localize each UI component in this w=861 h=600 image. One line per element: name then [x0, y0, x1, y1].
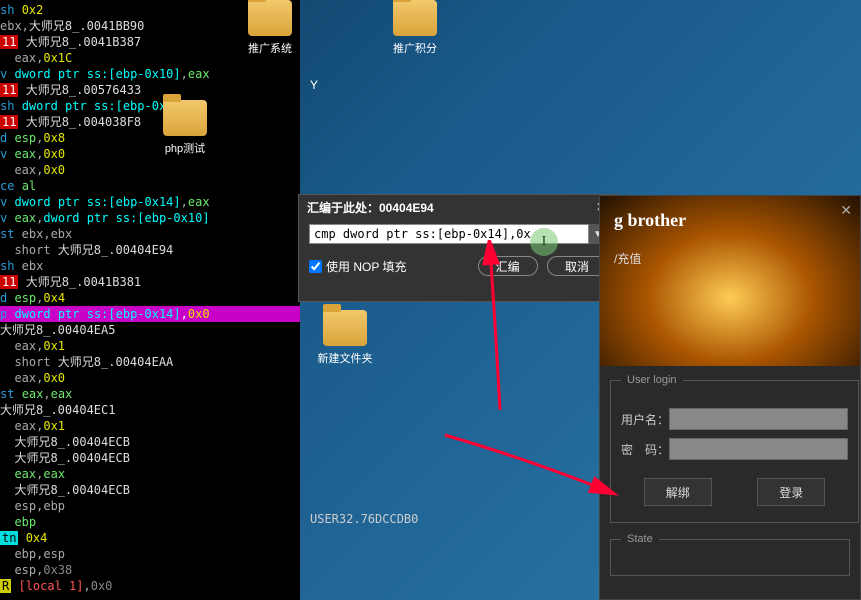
disasm-line[interactable]: 11 大师兄8_.0041B381 [0, 274, 300, 290]
disasm-line[interactable]: 大师兄8_.00404ECB [0, 434, 300, 450]
icon-label: 推广系统 [240, 40, 300, 56]
login-button[interactable]: 登录 [757, 478, 825, 506]
disasm-line[interactable]: tn 0x4 [0, 530, 300, 546]
disasm-line[interactable]: R [local 1],0x0 [0, 578, 300, 594]
login-subtitle: /充值 [614, 250, 641, 267]
disasm-line[interactable]: eax,0x1 [0, 418, 300, 434]
nop-fill-checkbox[interactable]: 使用 NOP 填充 [309, 258, 406, 275]
desktop-folder-promo-system[interactable]: 推广系统 [240, 0, 300, 56]
cancel-button[interactable]: 取消 [547, 256, 607, 276]
folder-icon [393, 0, 437, 36]
disasm-line[interactable]: 大师兄8_.00404ECB [0, 450, 300, 466]
disasm-line[interactable]: ce al [0, 178, 300, 194]
state-legend: State [621, 533, 659, 545]
disasm-line[interactable]: st eax,eax [0, 386, 300, 402]
login-legend: User login [621, 374, 683, 386]
disasm-line[interactable]: 大师兄8_.00404EA5 [0, 322, 300, 338]
disasm-line[interactable]: v dword ptr ss:[ebp-0x10],eax [0, 66, 300, 82]
disasm-line[interactable]: sh dword ptr ss:[ebp-0x10] [0, 98, 300, 114]
compile-button[interactable]: 汇编 [478, 256, 538, 276]
disasm-line[interactable]: eax,0x0 [0, 162, 300, 178]
icon-label: 新建文件夹 [315, 350, 375, 366]
disasm-line[interactable]: ebp,esp [0, 546, 300, 562]
disasm-line[interactable]: eax,0x1 [0, 338, 300, 354]
module-address-text: USER32.76DCCDB0 [310, 512, 418, 526]
disasm-line[interactable]: eax,0x0 [0, 370, 300, 386]
user-login-fieldset: User login 用户名： 密 码： 解绑 登录 [610, 374, 859, 523]
disasm-line[interactable]: esp,0x38 [0, 562, 300, 578]
nop-checkbox-input[interactable] [309, 260, 322, 273]
disasm-line[interactable]: p dword ptr ss:[ebp-0x14],0x0 [0, 306, 300, 322]
disasm-line[interactable]: d esp,0x4 [0, 290, 300, 306]
disasm-line[interactable]: short 大师兄8_.00404E94 [0, 242, 300, 258]
disasm-line[interactable]: v dword ptr ss:[ebp-0x14],eax [0, 194, 300, 210]
login-title: g brother [614, 210, 686, 231]
disasm-line[interactable]: st ebx,ebx [0, 226, 300, 242]
desktop-folder-new[interactable]: 新建文件夹 [315, 310, 375, 366]
folder-icon [248, 0, 292, 36]
password-label: 密 码： [621, 441, 669, 458]
disasm-line[interactable]: esp,ebp [0, 498, 300, 514]
disasm-line[interactable]: v eax,0x0 [0, 146, 300, 162]
icon-label: 推广积分 [385, 40, 445, 56]
folder-icon [323, 310, 367, 346]
disasm-line[interactable]: 大师兄8_.00404EC1 [0, 402, 300, 418]
login-hero: ✕ g brother /充值 [600, 196, 860, 366]
unbind-button[interactable]: 解绑 [644, 478, 712, 506]
icon-label: php测试 [155, 140, 215, 156]
desktop-folder-phptest[interactable]: php测试 [155, 100, 215, 156]
login-window: ✕ g brother /充值 User login 用户名： 密 码： 解绑 … [599, 195, 861, 600]
username-input[interactable] [669, 408, 848, 430]
desktop-folder-promo-points[interactable]: 推广积分 [385, 0, 445, 56]
disasm-line[interactable]: 大师兄8_.00404ECB [0, 482, 300, 498]
disassembly-panel[interactable]: sh 0x2ebx,大师兄8_.0041BB9011 大师兄8_.0041B38… [0, 0, 300, 600]
dialog-title: 汇编于此处：00404E94 [307, 199, 434, 216]
disasm-line[interactable]: v eax,dword ptr ss:[ebp-0x10] [0, 210, 300, 226]
static-text-y: Y [310, 78, 318, 92]
disasm-line[interactable]: short 大师兄8_.00404EAA [0, 354, 300, 370]
annotation-arrow-right [440, 430, 620, 510]
disasm-line[interactable]: 11 大师兄8_.004038F8 [0, 114, 300, 130]
disasm-line[interactable]: sh ebx [0, 258, 300, 274]
password-input[interactable] [669, 438, 848, 460]
disasm-line[interactable]: eax,eax [0, 466, 300, 482]
close-icon[interactable]: ✕ [840, 202, 852, 219]
username-label: 用户名： [621, 411, 669, 428]
state-fieldset: State [610, 533, 850, 576]
disasm-line[interactable]: ebp [0, 514, 300, 530]
text-cursor-icon: I [530, 228, 558, 256]
disasm-line[interactable]: d esp,0x8 [0, 130, 300, 146]
nop-label: 使用 NOP 填充 [326, 258, 406, 275]
disasm-line[interactable]: 11 大师兄8_.00576433 [0, 82, 300, 98]
assembly-dialog: 汇编于此处：00404E94 ✕ ▼ 使用 NOP 填充 汇编 取消 [298, 194, 618, 302]
folder-icon [163, 100, 207, 136]
